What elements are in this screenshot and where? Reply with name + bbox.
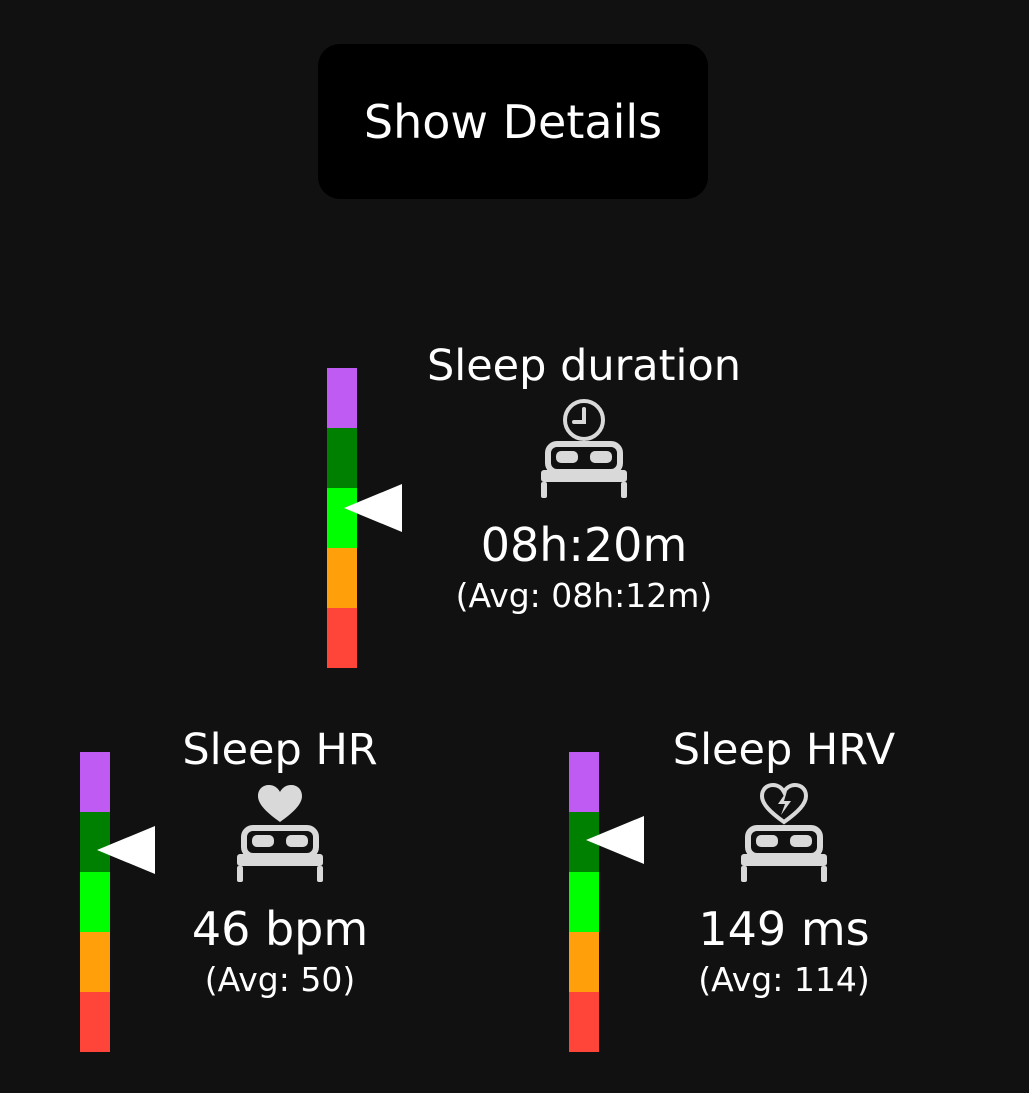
scale-segment-red — [569, 992, 599, 1052]
sleep-hrv-scale — [569, 752, 599, 1052]
sleep-duration-title: Sleep duration — [426, 341, 742, 391]
scale-segment-green — [569, 872, 599, 932]
sleep-duration-value: 08h:20m — [480, 518, 688, 572]
sleep-hrv-average: (Avg: 114) — [698, 960, 870, 999]
sleep-hr-title: Sleep HR — [182, 725, 378, 775]
scale-segment-red — [327, 608, 357, 668]
bed-heart-icon — [237, 785, 323, 882]
scale-segment-orange — [80, 932, 110, 992]
scale-segment-purple — [327, 368, 357, 428]
sleep-hrv-title: Sleep HRV — [672, 725, 896, 775]
sleep-hrv-value: 149 ms — [698, 902, 870, 956]
sleep-hr-value: 46 bpm — [191, 902, 369, 956]
sleep-duration-average: (Avg: 08h:12m) — [455, 576, 713, 615]
scale-segment-green — [80, 872, 110, 932]
sleep-hr-scale — [80, 752, 110, 1052]
scale-segment-orange — [327, 548, 357, 608]
bed-bolt-heart-icon — [741, 782, 827, 882]
scale-segment-orange — [569, 932, 599, 992]
scale-segment-dark-green — [327, 428, 357, 488]
scale-segment-red — [80, 992, 110, 1052]
bed-clock-icon — [541, 399, 627, 498]
sleep-hr-average: (Avg: 50) — [204, 960, 356, 999]
sleep-duration-level-pointer — [344, 484, 402, 532]
show-details-button[interactable]: Show Details — [318, 44, 708, 199]
scale-segment-purple — [569, 752, 599, 812]
scale-segment-purple — [80, 752, 110, 812]
